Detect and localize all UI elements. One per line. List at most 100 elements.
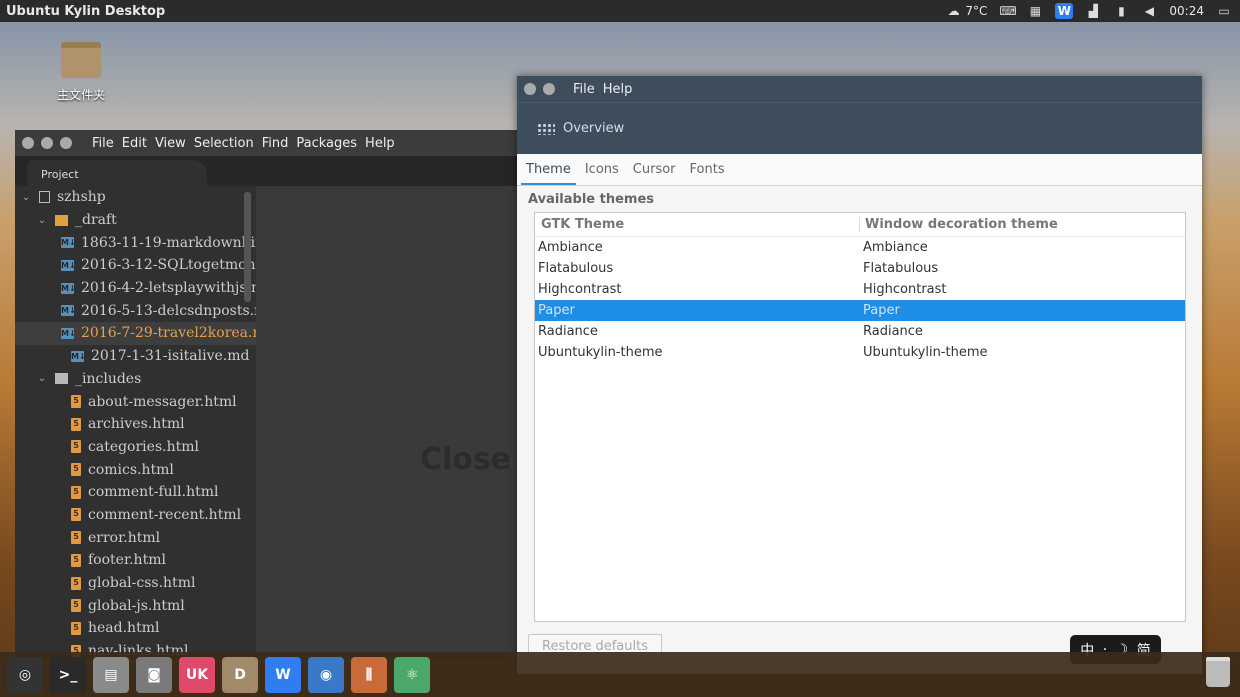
volume-icon[interactable]: ◀ [1141,4,1157,18]
tree-item[interactable]: 5 comment-full.html [15,481,256,504]
screenshot-app[interactable]: ◙ [136,656,172,693]
chevron-down-icon: ⌄ [21,191,31,203]
markdown-file-icon: M↓ [61,327,76,339]
launcher-dock: ◎ >_ ▤ ◙ UK D W ◉ ⫼ ⚛ [0,652,1240,697]
chromium-app[interactable]: ◉ [308,656,344,693]
appearance-minimize-button[interactable] [543,83,555,95]
close-panes-hint: Close p [420,442,520,477]
gtk-theme-cell: Ubuntukylin-theme [538,345,663,360]
tree-item-label: 2016-3-12-SQLtogetmonth [81,257,256,274]
tree-item[interactable]: 5 error.html [15,526,256,549]
html-file-icon: 5 [71,417,81,431]
tab-project[interactable]: Project [27,160,207,186]
tree-scrollbar[interactable] [244,192,251,302]
editor-menu-file[interactable]: File [92,136,114,151]
editor-menu-view[interactable]: View [155,136,186,151]
editor-close-button[interactable] [22,137,34,149]
terminal-app[interactable]: >_ [50,656,86,693]
battery-icon[interactable]: ▮ [1113,4,1129,18]
desktop-home-folder[interactable]: 主文件夹 [48,42,114,103]
theme-row[interactable]: Flatabulous Flatabulous [535,258,1185,279]
editor-menu-find[interactable]: Find [262,136,289,151]
tree-item[interactable]: M↓ 2016-3-12-SQLtogetmonth [15,254,256,277]
theme-row[interactable]: Radiance Radiance [535,321,1185,342]
dash-launcher[interactable]: ◎ [7,656,43,693]
tree-item[interactable]: 5 footer.html [15,549,256,572]
tree-item[interactable]: M↓ 1863-11-19-markdownhints [15,231,256,254]
tree-item[interactable]: 5 about-messager.html [15,390,256,413]
tree-item[interactable]: M↓ 2017-1-31-isitalive.md [15,345,256,368]
display-settings-icon[interactable]: ▭ [1216,4,1232,18]
tree-item[interactable]: 5 global-js.html [15,594,256,617]
keyboard-icon[interactable]: ⌨ [999,4,1016,18]
weather-temp: 7°C [965,4,988,18]
tab-cursor[interactable]: Cursor [628,162,681,185]
folder-app[interactable]: D [222,656,258,693]
weather-indicator[interactable]: ☁ 7°C [946,4,988,18]
editor-maximize-button[interactable] [60,137,72,149]
window-theme-cell: Ubuntukylin-theme [863,345,988,360]
html-file-icon: 5 [71,508,81,522]
theme-list: GTK Theme Window decoration theme Ambian… [534,212,1186,622]
editor-minimize-button[interactable] [41,137,53,149]
editor-menu-packages[interactable]: Packages [296,136,357,151]
gtk-theme-cell: Flatabulous [538,261,614,276]
tree-item[interactable]: M↓ 2016-4-2-letsplaywithjs.md [15,277,256,300]
tree-item[interactable]: ⌄ _includes [15,368,256,391]
wps-tray-icon[interactable]: W [1055,3,1074,19]
appearance-menu-help[interactable]: Help [603,82,633,97]
folder-icon [55,373,68,385]
tree-item[interactable]: ⌄ _draft [15,209,256,232]
overview-header[interactable]: Overview [517,102,1202,154]
tree-item[interactable]: 5 archives.html [15,413,256,436]
tree-item[interactable]: 5 comics.html [15,458,256,481]
tab-fonts[interactable]: Fonts [685,162,730,185]
settings-app[interactable]: ⫼ [351,656,387,693]
theme-row[interactable]: Highcontrast Highcontrast [535,279,1185,300]
tree-item[interactable]: M↓ 2016-7-29-travel2korea.md [15,322,256,345]
atom-app[interactable]: ⚛ [394,656,430,693]
tree-item[interactable]: 5 comment-recent.html [15,504,256,527]
appearance-close-button[interactable] [524,83,536,95]
settings-app-icon: ⫼ [365,666,373,683]
tree-item[interactable]: M↓ 2016-5-13-delcsdnposts.md [15,299,256,322]
software-center-app[interactable]: UK [179,656,215,693]
markdown-file-icon: M↓ [61,259,76,271]
tree-item-label: comment-recent.html [88,506,242,523]
files-app[interactable]: ▤ [93,656,129,693]
html-file-icon: 5 [71,463,81,477]
tree-item-label: szhshp [57,189,106,206]
appearance-menu-file[interactable]: File [573,82,595,97]
tree-item-label: archives.html [88,416,185,433]
tree-item[interactable]: 5 global-css.html [15,572,256,595]
tree-item[interactable]: 5 head.html [15,617,256,640]
folder-app-icon: D [234,666,246,683]
gtk-theme-cell: Radiance [538,324,598,339]
chevron-down-icon: ⌄ [37,214,47,226]
theme-row[interactable]: Ambiance Ambiance [535,237,1185,258]
tree-item[interactable]: 5 categories.html [15,436,256,459]
wps-writer-app[interactable]: W [265,656,301,693]
column-gtk-theme[interactable]: GTK Theme [535,217,860,232]
network-signal-icon[interactable]: ▟ [1085,4,1101,18]
atom-app-icon: ⚛ [405,666,419,683]
top-panel: Ubuntu Kylin Desktop ☁ 7°C ⌨ ▦ W ▟ ▮ ◀ 0… [0,0,1240,22]
tree-item[interactable]: ⌄ szhshp [15,186,256,209]
editor-menu-edit[interactable]: Edit [122,136,147,151]
editor-menu-selection[interactable]: Selection [194,136,254,151]
software-center-app-icon: UK [185,666,209,683]
tab-theme[interactable]: Theme [521,162,576,185]
html-file-icon: 5 [71,621,81,635]
gtk-theme-cell: Highcontrast [538,282,622,297]
column-window-decoration-theme[interactable]: Window decoration theme [860,217,1058,232]
editor-menubar: File Edit View Selection Find Packages Help [92,136,395,151]
theme-row[interactable]: Paper Paper [535,300,1185,321]
window-theme-cell: Highcontrast [863,282,947,297]
tab-icons[interactable]: Icons [580,162,624,185]
clock[interactable]: 00:24 [1169,4,1204,18]
files-app-icon: ▤ [104,666,118,683]
editor-menu-help[interactable]: Help [365,136,395,151]
trash-icon[interactable] [1206,657,1230,687]
theme-row[interactable]: Ubuntukylin-theme Ubuntukylin-theme [535,342,1185,363]
calendar-icon[interactable]: ▦ [1027,4,1043,18]
